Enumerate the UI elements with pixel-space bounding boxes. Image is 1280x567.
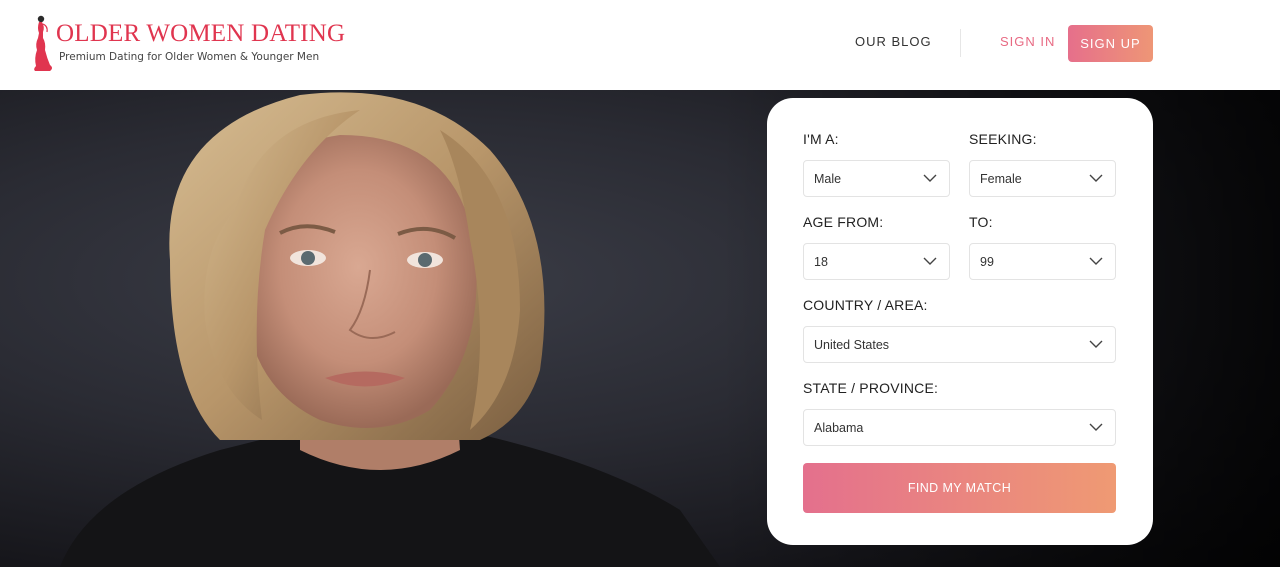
state-select[interactable]: Alabama (803, 409, 1116, 446)
age-to-value: 99 (980, 254, 994, 269)
nav-sign-in[interactable]: SIGN IN (1000, 34, 1055, 49)
age-to-label: TO: (969, 214, 993, 230)
nav-our-blog[interactable]: OUR BLOG (855, 34, 932, 49)
woman-figure-logo-icon (34, 15, 52, 71)
search-card: I'M A: SEEKING: Male Female AGE FROM: TO… (767, 98, 1153, 545)
site-logo[interactable]: OLDER WOMEN DATING Premium Dating for Ol… (32, 14, 345, 74)
nav-divider (960, 29, 961, 57)
chevron-down-icon (1089, 340, 1103, 348)
age-to-select[interactable]: 99 (969, 243, 1116, 280)
seeking-label: SEEKING: (969, 131, 1037, 147)
age-from-select[interactable]: 18 (803, 243, 950, 280)
site-header: OLDER WOMEN DATING Premium Dating for Ol… (0, 0, 1280, 90)
im-a-label: I'M A: (803, 131, 839, 147)
state-value: Alabama (814, 420, 864, 435)
im-a-select[interactable]: Male (803, 160, 950, 197)
state-label: STATE / PROVINCE: (803, 380, 939, 396)
chevron-down-icon (1089, 257, 1103, 265)
find-my-match-button[interactable]: FIND MY MATCH (803, 463, 1116, 513)
chevron-down-icon (1089, 423, 1103, 431)
country-select[interactable]: United States (803, 326, 1116, 363)
sign-up-button[interactable]: SIGN UP (1068, 25, 1153, 62)
age-from-value: 18 (814, 254, 828, 269)
chevron-down-icon (1089, 174, 1103, 182)
im-a-value: Male (814, 171, 842, 186)
age-from-label: AGE FROM: (803, 214, 884, 230)
logo-title: OLDER WOMEN DATING (56, 20, 346, 47)
seeking-select[interactable]: Female (969, 160, 1116, 197)
chevron-down-icon (923, 257, 937, 265)
country-label: COUNTRY / AREA: (803, 297, 928, 313)
chevron-down-icon (923, 174, 937, 182)
seeking-value: Female (980, 171, 1022, 186)
country-value: United States (814, 337, 890, 352)
logo-tagline: Premium Dating for Older Women & Younger… (59, 51, 320, 63)
